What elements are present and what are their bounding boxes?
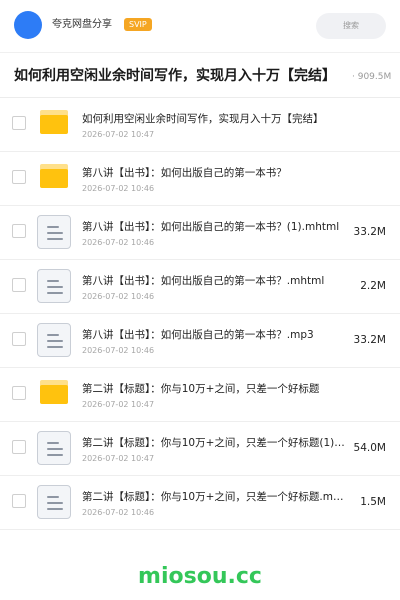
file-name: 如何利用空闲业余时间写作，实现月入十万【完结】: [82, 113, 324, 125]
file-date: 2026-07-02 10:47: [82, 400, 155, 409]
file-date: 2026-07-02 10:47: [82, 454, 155, 463]
file-name: 第二讲【标题】：你与10万+之间，只差一个好标题(1).mp3: [82, 437, 348, 449]
svip-badge: SVIP: [124, 18, 152, 31]
file-name: 第八讲【出书】：如何出版自己的第一本书？(1).mhtml: [82, 221, 340, 233]
file-row[interactable]: 第二讲【标题】：你与10万+之间，只差一个好标题(1).mp3 2026-07-…: [0, 422, 400, 476]
document-icon: [37, 269, 71, 303]
folder-icon: [40, 380, 68, 404]
file-date: 2026-07-02 10:46: [82, 184, 155, 193]
folder-icon: [40, 164, 68, 188]
file-size: 1.5M: [360, 496, 386, 508]
file-date: 2026-07-02 10:46: [82, 292, 155, 301]
document-icon: [37, 485, 71, 519]
header-bar: 夸克网盘分享 SVIP 搜索: [0, 0, 400, 52]
file-name: 第八讲【出书】：如何出版自己的第一本书？.mhtml: [82, 275, 325, 287]
file-row[interactable]: 第八讲【出书】：如何出版自己的第一本书？ 2026-07-02 10:46: [0, 152, 400, 206]
file-row[interactable]: 如何利用空闲业余时间写作，实现月入十万【完结】 2026-07-02 10:47: [0, 98, 400, 152]
folder-title-bar: 如何利用空闲业余时间写作，实现月入十万【完结】 · 909.5M: [0, 52, 400, 98]
row-checkbox[interactable]: [12, 170, 26, 184]
file-row[interactable]: 第八讲【出书】：如何出版自己的第一本书？.mp3 2026-07-02 10:4…: [0, 314, 400, 368]
row-checkbox[interactable]: [12, 224, 26, 238]
file-size: 2.2M: [360, 280, 386, 292]
file-name: 第二讲【标题】：你与10万+之间，只差一个好标题.mhtml: [82, 491, 348, 503]
file-name: 第八讲【出书】：如何出版自己的第一本书？: [82, 167, 287, 179]
file-date: 2026-07-02 10:46: [82, 346, 155, 355]
document-icon: [37, 431, 71, 465]
row-checkbox[interactable]: [12, 440, 26, 454]
file-size: 33.2M: [353, 226, 386, 238]
file-row[interactable]: 第二讲【标题】：你与10万+之间，只差一个好标题 2026-07-02 10:4…: [0, 368, 400, 422]
file-size: 54.0M: [353, 442, 386, 454]
row-checkbox[interactable]: [12, 494, 26, 508]
file-date: 2026-07-02 10:46: [82, 238, 155, 247]
file-name: 第二讲【标题】：你与10万+之间，只差一个好标题: [82, 383, 320, 395]
row-checkbox[interactable]: [12, 332, 26, 346]
file-date: 2026-07-02 10:46: [82, 508, 155, 517]
document-icon: [37, 323, 71, 357]
file-list: 如何利用空闲业余时间写作，实现月入十万【完结】 2026-07-02 10:47…: [0, 98, 400, 530]
file-row[interactable]: 第二讲【标题】：你与10万+之间，只差一个好标题.mhtml 2026-07-0…: [0, 476, 400, 530]
page-title: 如何利用空闲业余时间写作，实现月入十万【完结】: [14, 68, 336, 84]
row-checkbox[interactable]: [12, 116, 26, 130]
file-row[interactable]: 第八讲【出书】：如何出版自己的第一本书？.mhtml 2026-07-02 10…: [0, 260, 400, 314]
avatar[interactable]: [14, 11, 42, 39]
document-icon: [37, 215, 71, 249]
file-size: 33.2M: [353, 334, 386, 346]
search-input[interactable]: 搜索: [316, 13, 386, 39]
file-date: 2026-07-02 10:47: [82, 130, 155, 139]
row-checkbox[interactable]: [12, 278, 26, 292]
share-username: 夸克网盘分享: [52, 19, 112, 30]
watermark-text: miosou.cc: [138, 564, 262, 589]
folder-total-size: · 909.5M: [352, 72, 392, 82]
file-name: 第八讲【出书】：如何出版自己的第一本书？.mp3: [82, 329, 314, 341]
file-row[interactable]: 第八讲【出书】：如何出版自己的第一本书？(1).mhtml 2026-07-02…: [0, 206, 400, 260]
folder-icon: [40, 110, 68, 134]
row-checkbox[interactable]: [12, 386, 26, 400]
